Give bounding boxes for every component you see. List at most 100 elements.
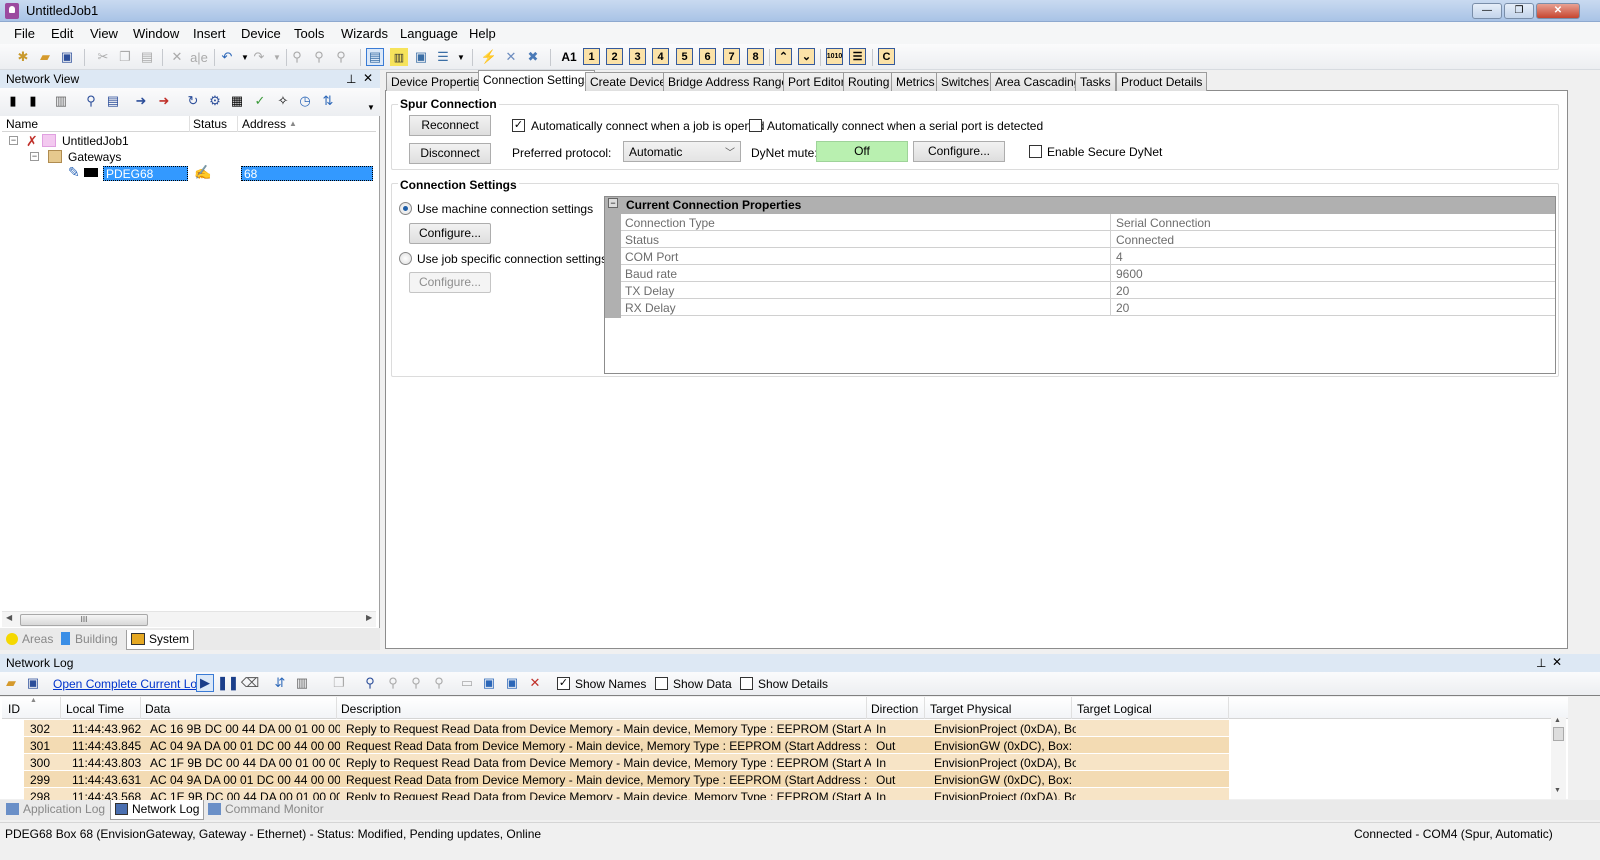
area-a1-button[interactable]: A1 [558, 48, 580, 66]
col-data[interactable]: Data [145, 702, 170, 716]
preset-8-button[interactable]: 8 [747, 48, 764, 65]
menu-tools[interactable]: Tools [294, 26, 324, 41]
minimize-button[interactable]: — [1472, 3, 1502, 19]
binoculars-icon[interactable]: ⚲ [82, 92, 100, 110]
autoscroll-icon[interactable]: ⇵ [271, 674, 289, 692]
log-find-prev-icon[interactable]: ⚲ [407, 674, 425, 692]
disconnect-icon[interactable]: ✕ [502, 48, 520, 66]
log-row[interactable]: 302 11:44:43.962 AC 16 9B DC 00 44 DA 00 0… [24, 720, 1229, 737]
preset-5-button[interactable]: 5 [676, 48, 693, 65]
preset-3-button[interactable]: 3 [629, 48, 646, 65]
add-device-icon[interactable]: ▮ [4, 92, 22, 110]
preset-2-button[interactable]: 2 [606, 48, 623, 65]
tab-network-log[interactable]: Network Log [110, 800, 205, 820]
preset-7-button[interactable]: 7 [723, 48, 740, 65]
col-target-logical[interactable]: Target Logical [1077, 702, 1152, 716]
open-folder-icon[interactable]: ▰ [36, 48, 54, 66]
close-panel-icon[interactable]: ✕ [363, 71, 373, 85]
job-settings-radio[interactable] [399, 252, 412, 265]
redo-icon[interactable]: ↷ [250, 48, 268, 66]
log-columns-icon[interactable]: ▥ [293, 674, 311, 692]
auto-connect-job-checkbox[interactable]: ✓ [512, 119, 525, 132]
menu-edit[interactable]: Edit [51, 26, 73, 41]
menu-device[interactable]: Device [241, 26, 281, 41]
restore-button[interactable]: ❐ [1504, 3, 1534, 19]
save-log-icon[interactable]: ▣ [24, 674, 42, 692]
reconnect-button[interactable]: Reconnect [409, 115, 491, 136]
level-down-icon[interactable]: ⌄ [798, 48, 815, 65]
tab-routing[interactable]: Routing [843, 72, 895, 91]
toolbar-overflow-icon[interactable]: ▼ [362, 98, 380, 116]
auto-connect-serial-checkbox[interactable] [749, 119, 762, 132]
tab-bridge-address-ranges[interactable]: Bridge Address Ranges [663, 72, 800, 91]
tab-system[interactable]: System [126, 630, 195, 650]
menu-file[interactable]: File [14, 26, 35, 41]
job-configure-button[interactable]: Configure... [409, 272, 491, 293]
paste-icon[interactable]: ▤ [138, 48, 156, 66]
collapse-icon[interactable]: − [608, 198, 618, 208]
clipboard-check-icon[interactable]: ✓ [251, 92, 269, 110]
list-indent-icon[interactable]: ☰ [849, 48, 866, 65]
delete-icon[interactable]: ✕ [168, 48, 186, 66]
layout-dropdown-icon[interactable]: ▼ [452, 48, 470, 66]
show-names-checkbox[interactable]: ✓ [557, 677, 570, 690]
preset-1-button[interactable]: 1 [583, 48, 600, 65]
edit-checklist-icon[interactable]: ▦ [228, 92, 246, 110]
protocol-select[interactable]: Automatic ﹀ [623, 141, 741, 162]
upload-icon[interactable]: ➜ [132, 92, 150, 110]
menu-insert[interactable]: Insert [193, 26, 226, 41]
tab-create-device[interactable]: Create Device [585, 72, 672, 91]
scroll-thumb[interactable]: III [20, 614, 148, 626]
rename-icon[interactable]: a|e [190, 48, 208, 66]
scroll-right-icon[interactable]: ▶ [366, 613, 372, 622]
tab-metrics[interactable]: Metrics [891, 72, 940, 91]
tab-connection-settings[interactable]: Connection Settings [478, 70, 596, 92]
machine-configure-button[interactable]: Configure... [409, 223, 491, 244]
tab-product-details[interactable]: Product Details [1116, 72, 1208, 91]
open-complete-log-link[interactable]: Open Complete Current Log [53, 677, 204, 691]
binary-icon[interactable]: 1010 [826, 48, 843, 65]
view-properties-icon[interactable]: ▤ [366, 48, 384, 66]
tab-tasks[interactable]: Tasks [1075, 72, 1116, 91]
tab-device-properties[interactable]: Device Properties [386, 72, 491, 91]
log-row[interactable]: 301 11:44:43.845 AC 04 9A DA 00 01 DC 00 4… [24, 737, 1229, 754]
secure-dynet-checkbox[interactable] [1029, 145, 1042, 158]
undo-icon[interactable]: ↶ [218, 48, 236, 66]
add-gateway-icon[interactable]: ▮ [24, 92, 42, 110]
machine-settings-radio[interactable] [399, 202, 412, 215]
copy-log-icon[interactable]: ❐ [330, 674, 348, 692]
view-panel-icon[interactable]: ▥ [390, 48, 408, 66]
col-description[interactable]: Description [341, 702, 401, 716]
tab-switches[interactable]: Switches [936, 72, 995, 91]
expand-gateways-icon[interactable]: − [30, 152, 39, 161]
copy-icon[interactable]: ❐ [116, 48, 134, 66]
dynet-mute-toggle[interactable]: Off [816, 141, 908, 162]
find-next-icon[interactable]: ⚲ [310, 48, 328, 66]
menu-language[interactable]: Language [400, 26, 458, 41]
save-icon[interactable]: ▣ [58, 48, 76, 66]
tab-command-monitor[interactable]: Command Monitor [204, 800, 328, 820]
connect-icon[interactable]: ⚡ [480, 48, 498, 66]
log-scroll-thumb[interactable] [1553, 727, 1564, 741]
scroll-up-icon[interactable]: ▲ [1554, 717, 1561, 724]
report-icon[interactable]: ▤ [104, 92, 122, 110]
log-row[interactable]: 300 11:44:43.803 AC 1F 9B DC 00 44 DA 00 0… [24, 754, 1229, 771]
tree-gateways[interactable]: Gateways [68, 150, 121, 164]
menu-wizards[interactable]: Wizards [341, 26, 388, 41]
preset-6-button[interactable]: 6 [699, 48, 716, 65]
level-up-icon[interactable]: ⌃ [775, 48, 792, 65]
expand-job-icon[interactable]: − [9, 136, 18, 145]
disconnect-button[interactable]: Disconnect [409, 143, 491, 164]
pin-icon[interactable]: ⊥ [346, 72, 356, 86]
log-filter-icon[interactable]: ▭ [458, 674, 476, 692]
tree-job[interactable]: UntitledJob1 [62, 134, 129, 148]
preset-4-button[interactable]: 4 [652, 48, 669, 65]
scroll-down-icon[interactable]: ▼ [1554, 787, 1561, 794]
scroll-left-icon[interactable]: ◀ [6, 613, 12, 622]
col-local-time[interactable]: Local Time [66, 702, 124, 716]
tab-areas[interactable]: Areas [2, 630, 57, 650]
columns-icon[interactable]: ▥ [52, 92, 70, 110]
c-button[interactable]: C [878, 48, 895, 65]
tree-device-pdeg68[interactable]: PDEG68 [103, 166, 188, 181]
log-vertical-scrollbar[interactable]: ▲ ▼ [1551, 717, 1566, 799]
